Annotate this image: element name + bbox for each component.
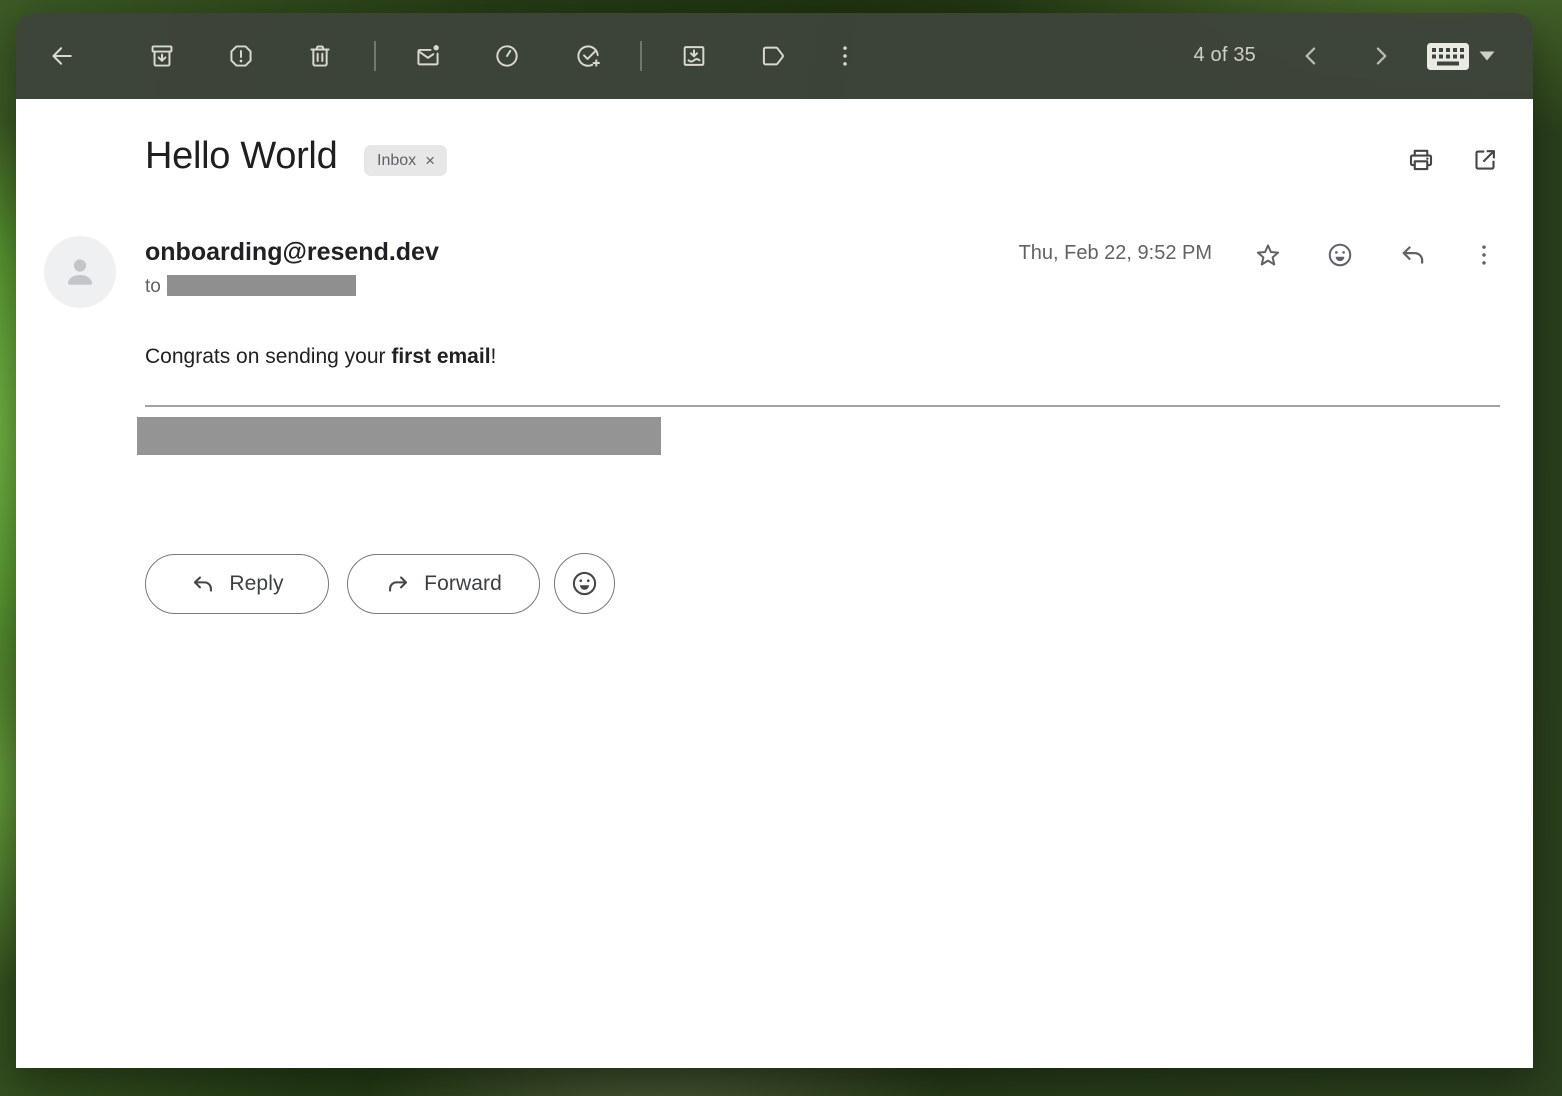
forward-button-label: Forward <box>424 572 502 596</box>
input-tools-button[interactable] <box>1418 32 1504 80</box>
reply-button-label: Reply <box>229 572 283 596</box>
person-icon <box>59 251 101 293</box>
forward-button[interactable]: Forward <box>347 554 540 614</box>
toolbar-divider <box>640 41 642 71</box>
report-spam-icon[interactable] <box>217 32 265 80</box>
desktop-background: 4 of 35 Hello Wo <box>0 0 1562 1096</box>
insert-emoji-button[interactable] <box>554 553 615 614</box>
inbox-label-text: Inbox <box>377 152 416 170</box>
caret-down-icon <box>1477 49 1497 63</box>
open-in-new-icon[interactable] <box>1461 136 1509 184</box>
back-arrow-icon[interactable] <box>38 32 86 80</box>
pagination-counter: 4 of 35 <box>1193 44 1256 67</box>
keyboard-icon <box>1426 42 1470 71</box>
email-toolbar: 4 of 35 <box>16 13 1533 99</box>
older-chevron-right-icon[interactable] <box>1357 32 1405 80</box>
archive-icon[interactable] <box>138 32 186 80</box>
mark-as-unread-icon[interactable] <box>404 32 452 80</box>
quoted-content-divider <box>145 405 1500 407</box>
sender-email: onboarding@resend.dev <box>145 238 439 267</box>
print-icon[interactable] <box>1397 136 1445 184</box>
redacted-recipient <box>167 275 356 296</box>
emoji-reaction-icon[interactable] <box>1316 231 1364 279</box>
email-subject: Hello World <box>145 135 337 178</box>
email-content-pane: Hello World Inbox × <box>16 99 1533 1068</box>
snooze-icon[interactable] <box>483 32 531 80</box>
message-date: Thu, Feb 22, 9:52 PM <box>1019 242 1212 265</box>
message-more-options-icon[interactable] <box>1460 231 1508 279</box>
reply-button[interactable]: Reply <box>145 554 329 614</box>
toolbar-divider <box>374 41 376 71</box>
remove-label-icon[interactable]: × <box>425 152 435 169</box>
forward-arrow-icon <box>385 571 411 597</box>
newer-chevron-left-icon[interactable] <box>1287 32 1335 80</box>
body-bold-text: first email <box>391 345 490 368</box>
delete-icon[interactable] <box>296 32 344 80</box>
message-footer-actions: Reply Forward <box>145 553 615 614</box>
gmail-window: 4 of 35 Hello Wo <box>16 13 1533 1068</box>
sender-avatar <box>44 236 116 308</box>
reply-arrow-icon <box>190 571 216 597</box>
email-body-text: Congrats on sending your first email! <box>145 345 496 369</box>
labels-icon[interactable] <box>749 32 797 80</box>
recipient-line: to s <box>145 275 356 298</box>
add-to-tasks-icon[interactable] <box>564 32 612 80</box>
inbox-label-chip: Inbox × <box>364 145 447 176</box>
more-options-icon[interactable] <box>821 32 869 80</box>
redacted-content <box>137 417 661 455</box>
move-to-icon[interactable] <box>670 32 718 80</box>
smiley-icon <box>569 568 600 599</box>
reply-icon[interactable] <box>1389 231 1437 279</box>
star-icon[interactable] <box>1244 231 1292 279</box>
